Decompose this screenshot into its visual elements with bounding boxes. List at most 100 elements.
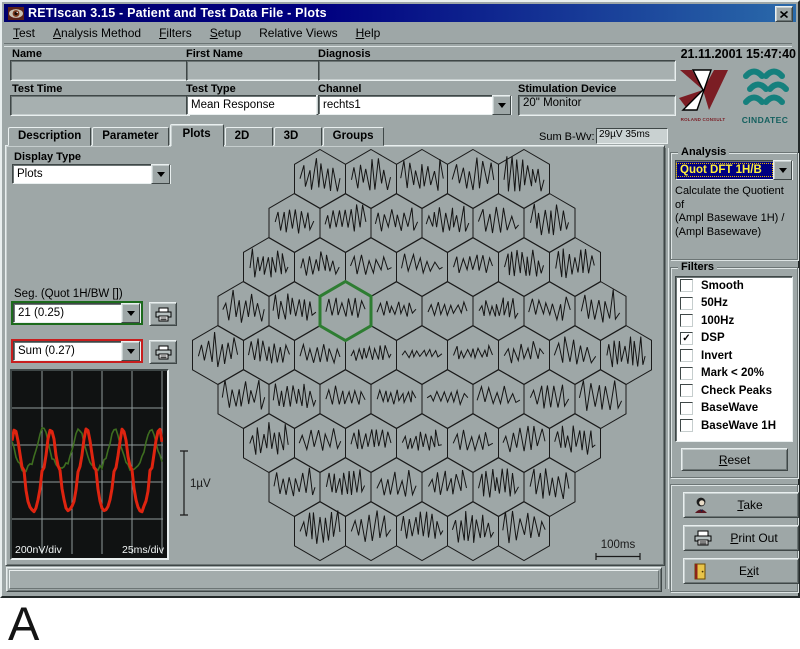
analysis-description: Calculate the Quotient of (Ampl Basewave… [675,185,793,239]
filter-basewave[interactable]: BaseWave [676,400,792,418]
channel-value: rechts1 [319,99,492,111]
analysis-value: Quot DFT 1H/B [676,163,773,177]
menu-filters[interactable]: Filters [150,25,201,41]
segment-label: Seg. (Quot 1H/BW []) [14,288,123,300]
figure-label: A [8,596,39,649]
analysis-select[interactable]: Quot DFT 1H/B [675,160,793,180]
cindatec-logo-mark [740,66,790,110]
roland-logo-mark [676,68,730,112]
checkbox-icon[interactable] [680,384,693,397]
scope-plot [12,371,163,554]
diagnosis-field[interactable] [318,60,676,81]
name-field[interactable] [10,60,190,81]
checkbox-icon[interactable]: ✓ [680,332,693,345]
v-scale-label: 1µV [190,478,211,490]
test-type-select[interactable]: Mean Response [186,95,336,115]
filter-label: 100Hz [701,315,734,327]
filter-smooth[interactable]: Smooth [676,277,792,295]
filter-100hz[interactable]: 100Hz [676,312,792,330]
segment-select-red[interactable]: Sum (0.27) [13,341,141,361]
status-bar [6,567,662,592]
checkbox-icon[interactable] [680,279,693,292]
filter-label: Smooth [701,280,744,292]
take-button[interactable]: Take [683,492,799,518]
stimulation-device-field[interactable]: 20" Monitor [518,95,676,116]
filter-basewave-1h[interactable]: BaseWave 1H [676,417,792,435]
segment-green-value: 21 (0.25) [14,307,121,319]
printer-icon [155,307,172,322]
menu-analysis-method[interactable]: Analysis Method [44,25,150,41]
scope-green-trace [12,428,162,472]
print-out-button-label: Print Out [722,531,786,545]
exit-button[interactable]: Exit [683,558,799,584]
test-time-field[interactable] [10,95,190,116]
filter-label: Mark < 20% [701,367,764,379]
take-button-label: Take [718,498,782,512]
chevron-down-icon[interactable] [121,341,140,361]
display-type-select[interactable]: Plots [12,164,171,184]
chevron-down-icon[interactable] [773,160,792,180]
cindatec-logo: CINDATEC [735,66,795,125]
hexagon-plot: 1µV100ms [172,145,666,563]
scope-red-trace [12,429,162,512]
channel-select[interactable]: rechts1 [318,95,512,115]
filter-mark-20[interactable]: Mark < 20% [676,365,792,383]
reset-button[interactable]: Reset [681,448,788,471]
checkbox-icon[interactable] [680,402,693,415]
eye-icon [8,7,24,20]
window-title: RETIscan 3.15 - Patient and Test Data Fi… [28,6,327,20]
h-scale-bar [596,553,640,560]
filters-list[interactable]: Smooth 50Hz 100Hz ✓ DSP Invert Mark < 20… [675,276,793,442]
filter-label: Invert [701,350,732,362]
menu-test[interactable]: Test [4,25,44,41]
filter-50hz[interactable]: 50Hz [676,295,792,313]
roland-logo-text: ROLAND CONSULT [676,117,730,122]
analysis-caption: Analysis [678,146,729,158]
diagnosis-label: Diagnosis [318,48,371,60]
checkbox-icon[interactable] [680,297,693,310]
datetime-display: 21.11.2001 15:47:40 [662,47,796,61]
exit-button-label: Exit [716,564,782,578]
app-window: RETIscan 3.15 - Patient and Test Data Fi… [0,0,800,598]
filter-label: Check Peaks [701,385,772,397]
tab-description[interactable]: Description [8,127,91,146]
chevron-down-icon[interactable] [151,164,170,184]
printer-icon [694,530,712,546]
checkbox-icon[interactable] [680,367,693,380]
menu-bar: Test Analysis Method Filters Setup Relat… [4,23,792,42]
title-bar: RETIscan 3.15 - Patient and Test Data Fi… [4,4,796,22]
sum-bwv-value: 29µV 35ms [596,128,668,144]
filter-invert[interactable]: Invert [676,347,792,365]
close-icon [780,11,788,18]
tab-groups[interactable]: Groups [323,127,384,146]
stimulation-device-label: Stimulation Device [518,83,616,95]
first-name-label: First Name [186,48,243,60]
tab-parameter[interactable]: Parameter [92,127,168,146]
chevron-down-icon[interactable] [492,95,511,115]
checkbox-icon[interactable] [680,314,693,327]
cindatec-logo-text: CINDATEC [735,115,795,125]
test-time-label: Test Time [12,83,62,95]
display-type-value: Plots [13,168,151,180]
tab-3d[interactable]: 3D [274,127,322,146]
status-bar-field [9,570,659,589]
close-button[interactable] [775,6,793,22]
test-type-label: Test Type [186,83,236,95]
checkbox-icon[interactable] [680,349,693,362]
chevron-down-icon[interactable] [121,303,140,323]
menu-setup[interactable]: Setup [201,25,250,41]
checkbox-icon[interactable] [680,419,693,432]
filter-label: BaseWave 1H [701,420,776,432]
tab-2d[interactable]: 2D [225,127,273,146]
segment-select-green[interactable]: 21 (0.25) [13,303,141,323]
test-type-value: Mean Response [187,99,316,111]
filter-check-peaks[interactable]: Check Peaks [676,382,792,400]
print-out-button[interactable]: Print Out [683,525,799,551]
segment-red-value: Sum (0.27) [14,345,121,357]
filter-dsp[interactable]: ✓ DSP [676,330,792,348]
menu-help[interactable]: Help [347,25,390,41]
menu-relative-views[interactable]: Relative Views [250,25,346,41]
roland-consult-logo: ROLAND CONSULT [676,68,730,122]
tab-plots[interactable]: Plots [170,124,224,147]
printer-icon [155,345,172,360]
